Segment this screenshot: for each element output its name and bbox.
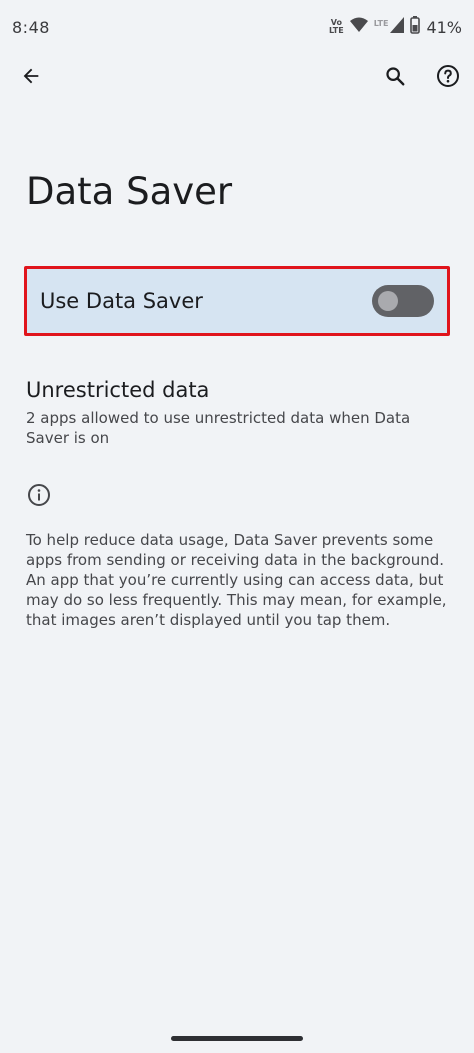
top-app-bar <box>0 56 474 100</box>
battery-icon <box>410 16 421 38</box>
data-saver-switch[interactable] <box>372 285 434 317</box>
use-data-saver-label: Use Data Saver <box>40 289 203 313</box>
cell-signal-icon <box>390 17 405 37</box>
unrestricted-data-title: Unrestricted data <box>26 378 210 402</box>
search-icon <box>386 67 405 86</box>
status-time: 8:48 <box>12 18 50 37</box>
help-button[interactable] <box>428 56 468 96</box>
data-saver-description: To help reduce data usage, Data Saver pr… <box>26 531 447 629</box>
volte-icon: Vo LTE <box>329 19 344 35</box>
status-icons: Vo LTE LTE 41% <box>329 16 462 38</box>
arrow-back-icon <box>23 68 39 84</box>
help-icon <box>437 65 459 87</box>
lte-label: LTE <box>373 18 389 28</box>
unrestricted-data-item[interactable]: Unrestricted data 2 apps allowed to use … <box>26 378 452 448</box>
volte-line2: LTE <box>329 26 344 35</box>
search-button[interactable] <box>375 56 415 96</box>
gesture-nav-handle[interactable] <box>171 1036 303 1041</box>
switch-knob <box>378 291 398 311</box>
battery-percent: 41% <box>426 17 462 37</box>
data-saver-screen: 8:48 Vo LTE LTE 41% Data Saver Use Data … <box>0 0 474 1053</box>
info-icon <box>27 483 51 507</box>
wifi-icon <box>349 17 368 37</box>
unrestricted-data-summary: 2 apps allowed to use unrestricted data … <box>26 409 411 447</box>
back-button[interactable] <box>11 56 51 96</box>
status-bar: 8:48 Vo LTE LTE 41% <box>0 0 474 52</box>
use-data-saver-row[interactable]: Use Data Saver <box>24 266 450 336</box>
page-title: Data Saver <box>26 170 233 213</box>
